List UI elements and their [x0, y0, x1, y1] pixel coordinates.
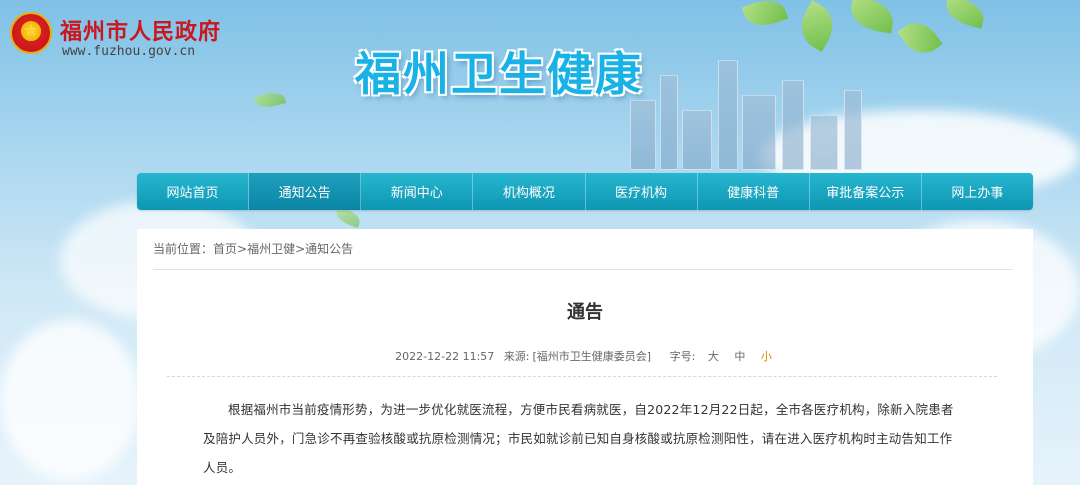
leaf-decoration	[897, 14, 943, 62]
article-body: 根据福州市当前疫情形势，为进一步优化就医流程，方便市民看病就医，自2022年12…	[203, 402, 954, 475]
font-size-small-button[interactable]: 小	[761, 350, 772, 363]
nav-item-notices[interactable]: 通知公告	[249, 173, 362, 210]
font-size-label: 字号:	[669, 350, 696, 363]
leaf-decoration	[741, 0, 789, 33]
breadcrumb-prefix: 当前位置：	[153, 242, 214, 256]
gov-name: 福州市人民政府	[60, 20, 222, 45]
leaf-decoration	[253, 89, 287, 111]
leaf-decoration	[847, 0, 897, 34]
breadcrumb-home[interactable]: 首页	[213, 242, 237, 256]
divider	[153, 269, 1013, 270]
site-title: 福州卫生健康	[355, 47, 643, 101]
breadcrumb-notices[interactable]: 通知公告	[305, 242, 353, 256]
source-label: 来源:	[503, 350, 530, 363]
font-size-large-button[interactable]: 大	[708, 350, 719, 363]
breadcrumb-separator: >	[295, 242, 306, 256]
gov-logo[interactable]: 福州市人民政府 www.fuzhou.gov.cn	[10, 12, 250, 64]
main-nav: 网站首页 通知公告 新闻中心 机构概况 医疗机构 健康科普 审批备案公示 网上办…	[137, 173, 1033, 210]
nav-item-about[interactable]: 机构概况	[473, 173, 586, 210]
leaf-decoration	[942, 0, 988, 29]
nav-item-news[interactable]: 新闻中心	[361, 173, 474, 210]
breadcrumb: 当前位置：首页>福州卫健>通知公告	[153, 240, 353, 257]
nav-item-home[interactable]: 网站首页	[137, 173, 250, 210]
publish-date: 2022-12-22 11:57	[395, 350, 495, 363]
nav-item-online-services[interactable]: 网上办事	[922, 173, 1033, 210]
city-skyline-illustration	[600, 40, 900, 170]
breadcrumb-separator: >	[237, 242, 248, 256]
nav-item-medical-institutions[interactable]: 医疗机构	[586, 173, 698, 210]
nav-item-health-education[interactable]: 健康科普	[698, 173, 810, 210]
cloud-decoration	[0, 320, 140, 480]
national-emblem-icon	[10, 12, 52, 54]
dashed-divider	[167, 376, 997, 377]
breadcrumb-fuzhou-health[interactable]: 福州卫健	[247, 242, 295, 256]
font-size-medium-button[interactable]: 中	[734, 350, 745, 363]
article-meta: 2022-12-22 11:57 来源: [福州市卫生健康委员会] 字号: 大 中…	[137, 348, 1033, 364]
article-title: 通告	[567, 302, 603, 323]
gov-url: www.fuzhou.gov.cn	[62, 44, 196, 59]
nav-item-approval-publicity[interactable]: 审批备案公示	[810, 173, 922, 210]
source-value: [福州市卫生健康委员会]	[532, 350, 652, 363]
content-panel: 当前位置：首页>福州卫健>通知公告 通告 2022-12-22 11:57 来源…	[137, 229, 1033, 485]
